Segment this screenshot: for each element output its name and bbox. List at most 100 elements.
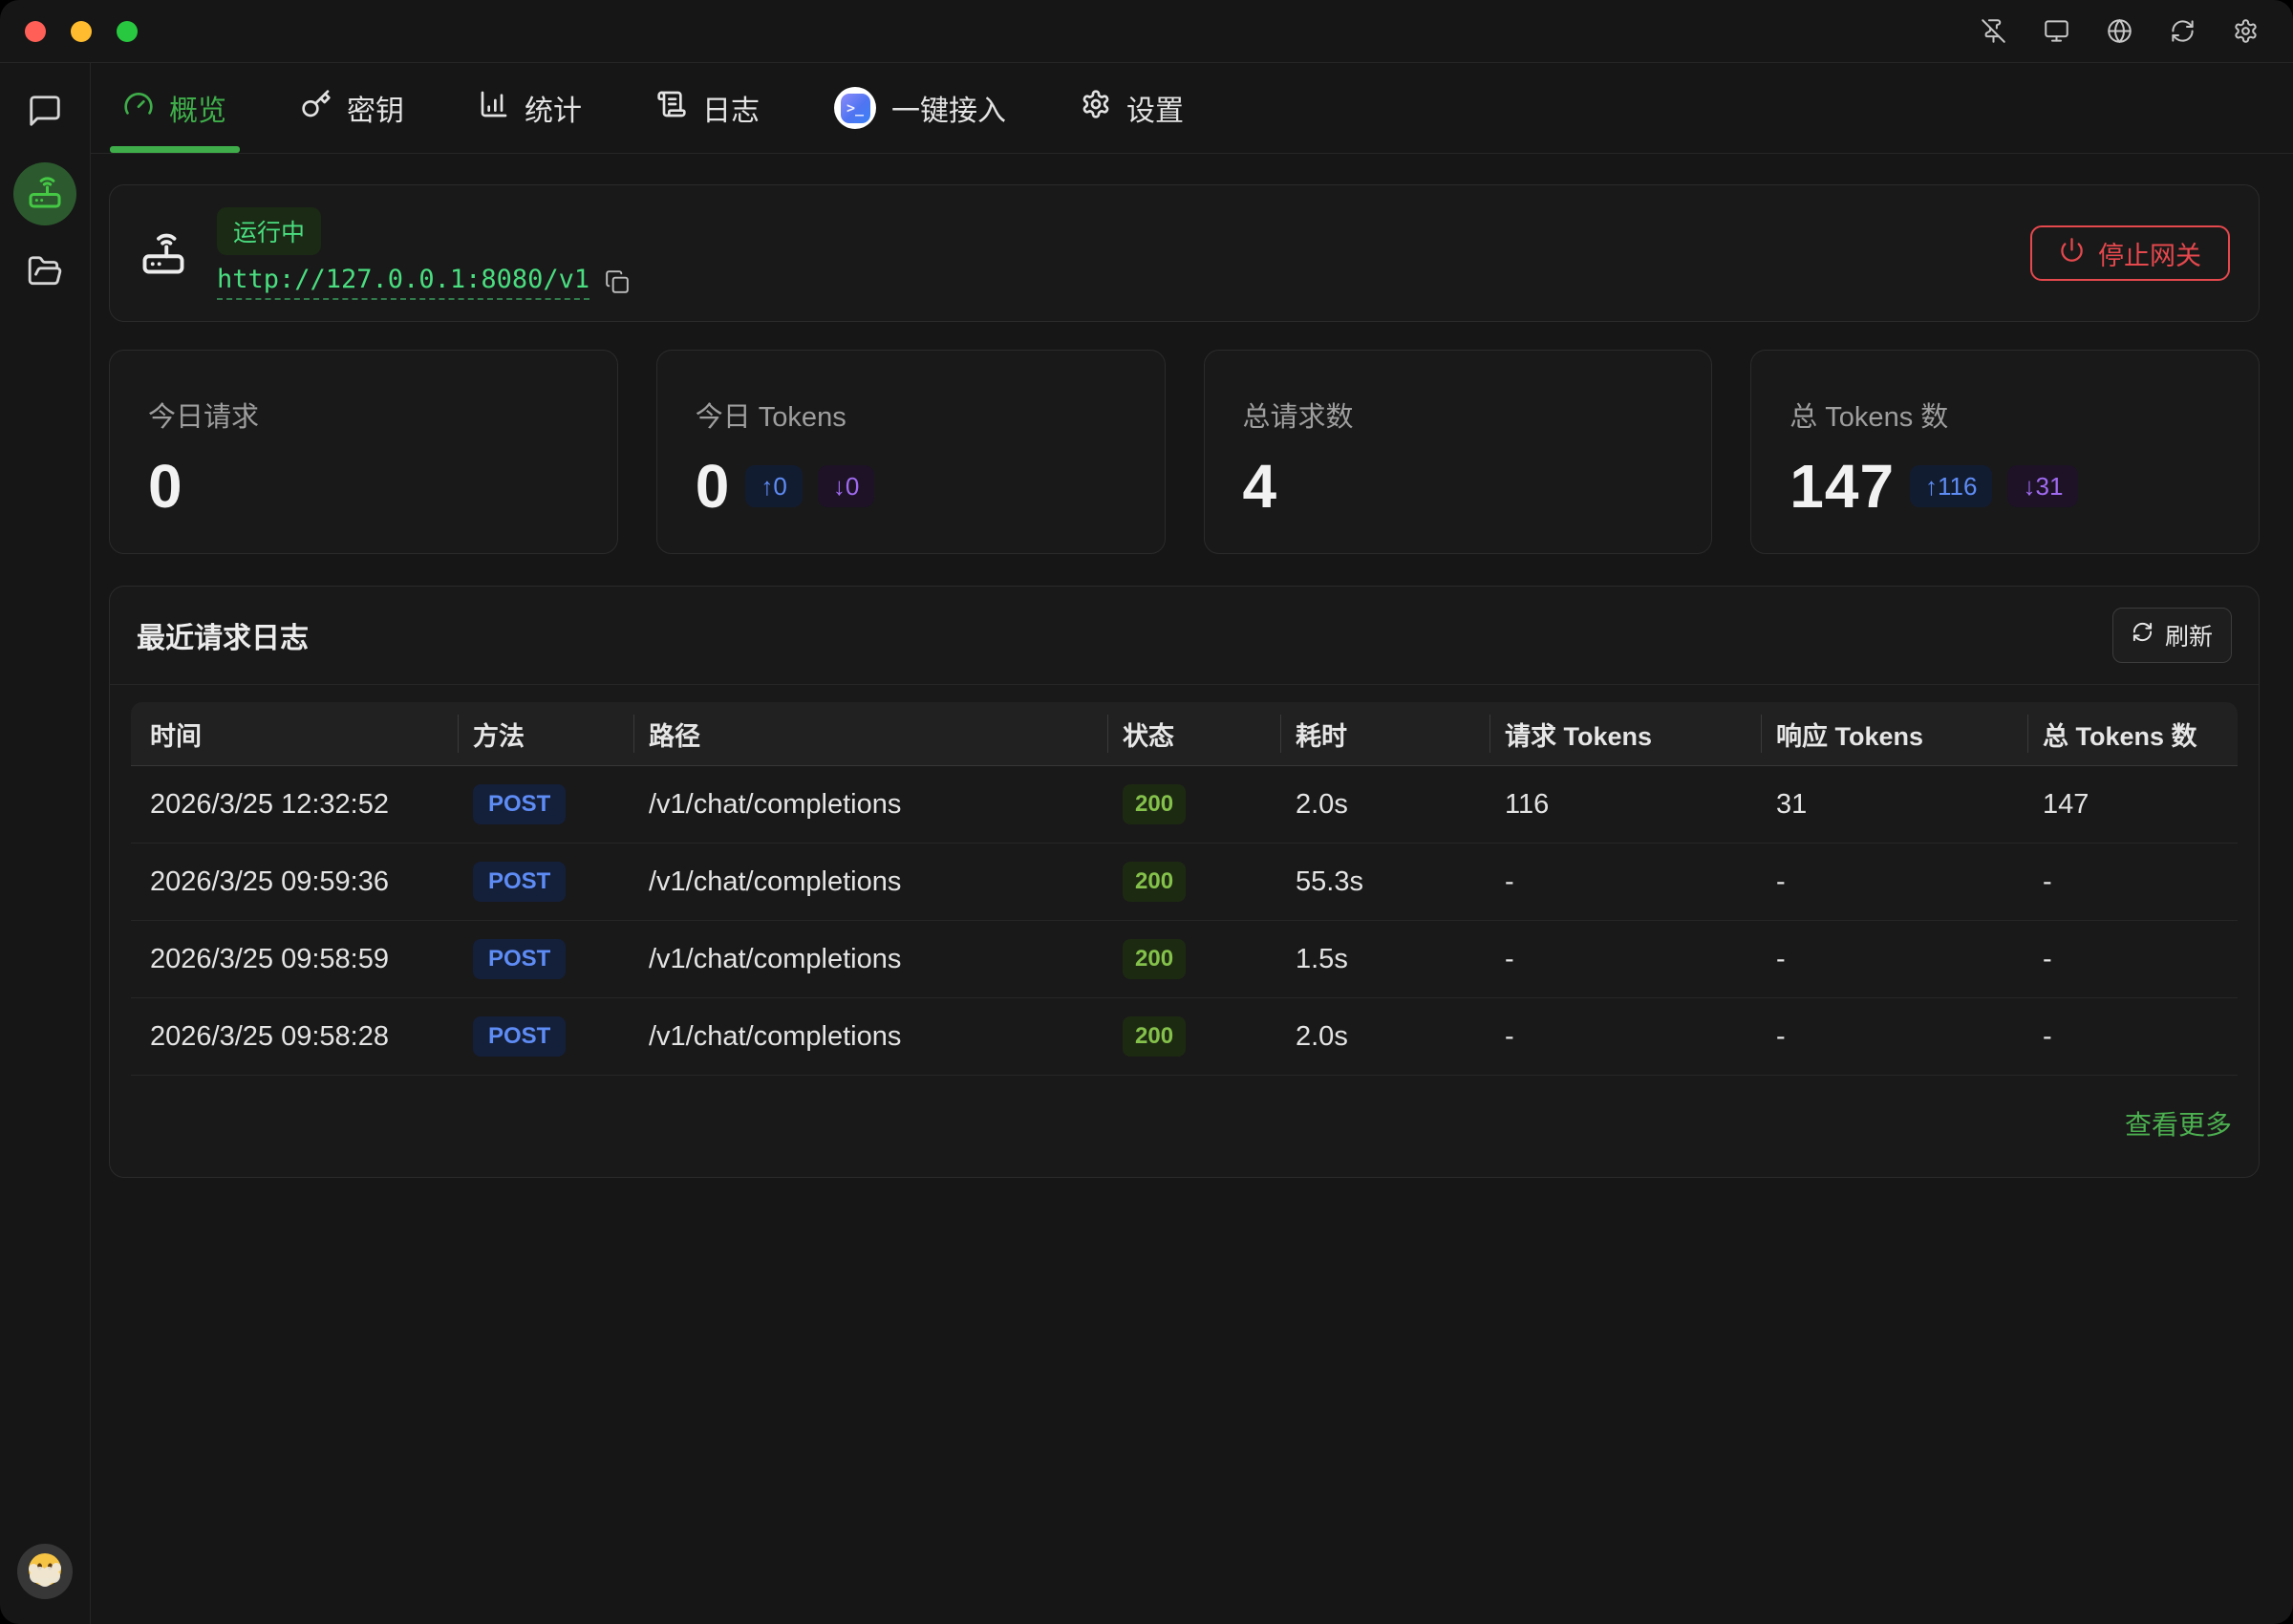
log-path: /v1/chat/completions — [633, 944, 1107, 975]
chat-bubble-icon — [27, 93, 63, 134]
gateway-url-link[interactable]: http://127.0.0.1:8080/v1 — [217, 265, 589, 300]
tab-overview[interactable]: 概览 — [123, 63, 226, 153]
copy-icon[interactable] — [605, 269, 630, 294]
log-res-tokens: 31 — [1761, 789, 2027, 821]
tab-label: 日志 — [702, 87, 760, 129]
method-badge: POST — [473, 784, 566, 824]
gear-icon[interactable] — [2233, 18, 2259, 44]
log-path: /v1/chat/completions — [633, 1021, 1107, 1053]
log-total-tokens: - — [2027, 1021, 2238, 1053]
refresh-icon — [2132, 621, 2154, 650]
log-req-tokens: 116 — [1489, 789, 1761, 821]
stat-card-total-requests: 总请求数 4 — [1204, 350, 1713, 554]
display-icon[interactable] — [2044, 18, 2069, 44]
column-header: 状态 — [1107, 716, 1280, 753]
tokens-up-badge: ↑0 — [745, 465, 802, 507]
tab-keys[interactable]: 密钥 — [301, 63, 404, 153]
sidebar-item-files[interactable] — [24, 252, 66, 294]
app-window: 概览 密钥 统计 日志 >_ 一键接入 — [0, 0, 2293, 1624]
log-res-tokens: - — [1761, 944, 2027, 975]
user-avatar[interactable] — [17, 1544, 73, 1599]
tab-settings[interactable]: 设置 — [1081, 63, 1184, 153]
stat-label: 总请求数 — [1243, 395, 1674, 435]
table-row: 2026/3/25 09:59:36 POST/v1/chat/completio… — [131, 844, 2238, 921]
column-header: 路径 — [633, 716, 1107, 753]
app-body: 概览 密钥 统计 日志 >_ 一键接入 — [0, 63, 2293, 1624]
sync-icon[interactable] — [2170, 18, 2196, 44]
sidebar-item-chat[interactable] — [24, 92, 66, 134]
bar-chart-icon — [479, 89, 509, 127]
log-total-tokens: - — [2027, 944, 2238, 975]
sidebar-item-gateway-active[interactable] — [13, 162, 76, 225]
gauge-icon — [123, 89, 154, 127]
tab-label: 统计 — [525, 87, 582, 129]
log-status: 200 — [1107, 1016, 1280, 1057]
column-header: 总 Tokens 数 — [2027, 716, 2238, 753]
gear-icon — [1081, 89, 1111, 127]
tab-label: 密钥 — [347, 87, 404, 129]
close-button[interactable] — [25, 21, 46, 42]
refresh-button[interactable]: 刷新 — [2112, 608, 2232, 663]
table-row: 2026/3/25 09:58:28POST/v1/chat/completio… — [131, 998, 2238, 1076]
method-badge: POST — [473, 939, 566, 979]
tokens-down-badge: ↓0 — [818, 465, 874, 507]
tab-oneclick-connect[interactable]: >_ 一键接入 — [834, 63, 1006, 153]
zoom-button[interactable] — [117, 21, 138, 42]
pin-off-icon[interactable] — [1981, 18, 2006, 44]
log-status: 200 — [1107, 939, 1280, 979]
status-badge: 200 — [1123, 784, 1186, 824]
logs-header: 最近请求日志 刷新 — [110, 587, 2259, 685]
log-req-tokens: - — [1489, 1021, 1761, 1053]
logs-table-header: 时间方法路径状态耗时请求 Tokens响应 Tokens总 Tokens 数 — [131, 702, 2238, 766]
face-in-clouds-icon — [24, 1549, 66, 1595]
tab-logs[interactable]: 日志 — [656, 63, 760, 153]
tab-label: 概览 — [169, 87, 226, 129]
method-badge: POST — [473, 862, 566, 902]
view-more-link[interactable]: 查看更多 — [2125, 1104, 2232, 1143]
log-total-tokens: - — [2027, 866, 2238, 898]
key-icon — [301, 89, 332, 127]
traffic-lights — [25, 21, 138, 42]
titlebar — [0, 0, 2293, 63]
stats-grid: 今日请求 0 今日 Tokens 0 ↑0 ↓0 总请求数 4 — [109, 350, 2260, 554]
stat-value: 147 — [1789, 456, 1895, 517]
status-badge: 200 — [1123, 862, 1186, 902]
stat-card-today-requests: 今日请求 0 — [109, 350, 618, 554]
status-badge: 运行中 — [217, 207, 321, 255]
stat-card-today-tokens: 今日 Tokens 0 ↑0 ↓0 — [656, 350, 1166, 554]
tab-stats[interactable]: 统计 — [479, 63, 582, 153]
log-req-tokens: - — [1489, 866, 1761, 898]
router-icon — [26, 173, 64, 216]
log-status: 200 — [1107, 784, 1280, 824]
minimize-button[interactable] — [71, 21, 92, 42]
globe-icon[interactable] — [2107, 18, 2132, 44]
log-time: 2026/3/25 09:59:36 — [131, 866, 458, 898]
scroll-icon — [656, 89, 687, 127]
log-path: /v1/chat/completions — [633, 789, 1107, 821]
log-duration: 2.0s — [1280, 1021, 1489, 1053]
log-res-tokens: - — [1761, 1021, 2027, 1053]
terminal-glyph: >_ — [841, 94, 870, 123]
column-header: 时间 — [131, 716, 458, 753]
column-header: 方法 — [458, 716, 633, 753]
column-header: 耗时 — [1280, 716, 1489, 753]
status-badge: 200 — [1123, 1016, 1186, 1057]
main-panel: 概览 密钥 统计 日志 >_ 一键接入 — [91, 63, 2293, 1624]
log-path: /v1/chat/completions — [633, 866, 1107, 898]
status-badge: 200 — [1123, 939, 1186, 979]
log-method: POST — [458, 1016, 633, 1057]
tokens-up-badge: ↑116 — [1910, 465, 1992, 507]
log-status: 200 — [1107, 862, 1280, 902]
stop-gateway-button[interactable]: 停止网关 — [2030, 225, 2230, 281]
log-duration: 1.5s — [1280, 944, 1489, 975]
gateway-info: 运行中 http://127.0.0.1:8080/v1 — [217, 207, 630, 300]
tokens-down-badge: ↓31 — [2007, 465, 2078, 507]
sidebar — [0, 63, 91, 1624]
stat-value: 0 — [148, 456, 183, 517]
logs-footer: 查看更多 — [110, 1076, 2259, 1177]
log-time: 2026/3/25 12:32:52 — [131, 789, 458, 821]
log-res-tokens: - — [1761, 866, 2027, 898]
column-header: 请求 Tokens — [1489, 716, 1761, 753]
content-area: 运行中 http://127.0.0.1:8080/v1 停止网关 今日 — [91, 154, 2293, 1624]
logs-title: 最近请求日志 — [137, 614, 309, 656]
